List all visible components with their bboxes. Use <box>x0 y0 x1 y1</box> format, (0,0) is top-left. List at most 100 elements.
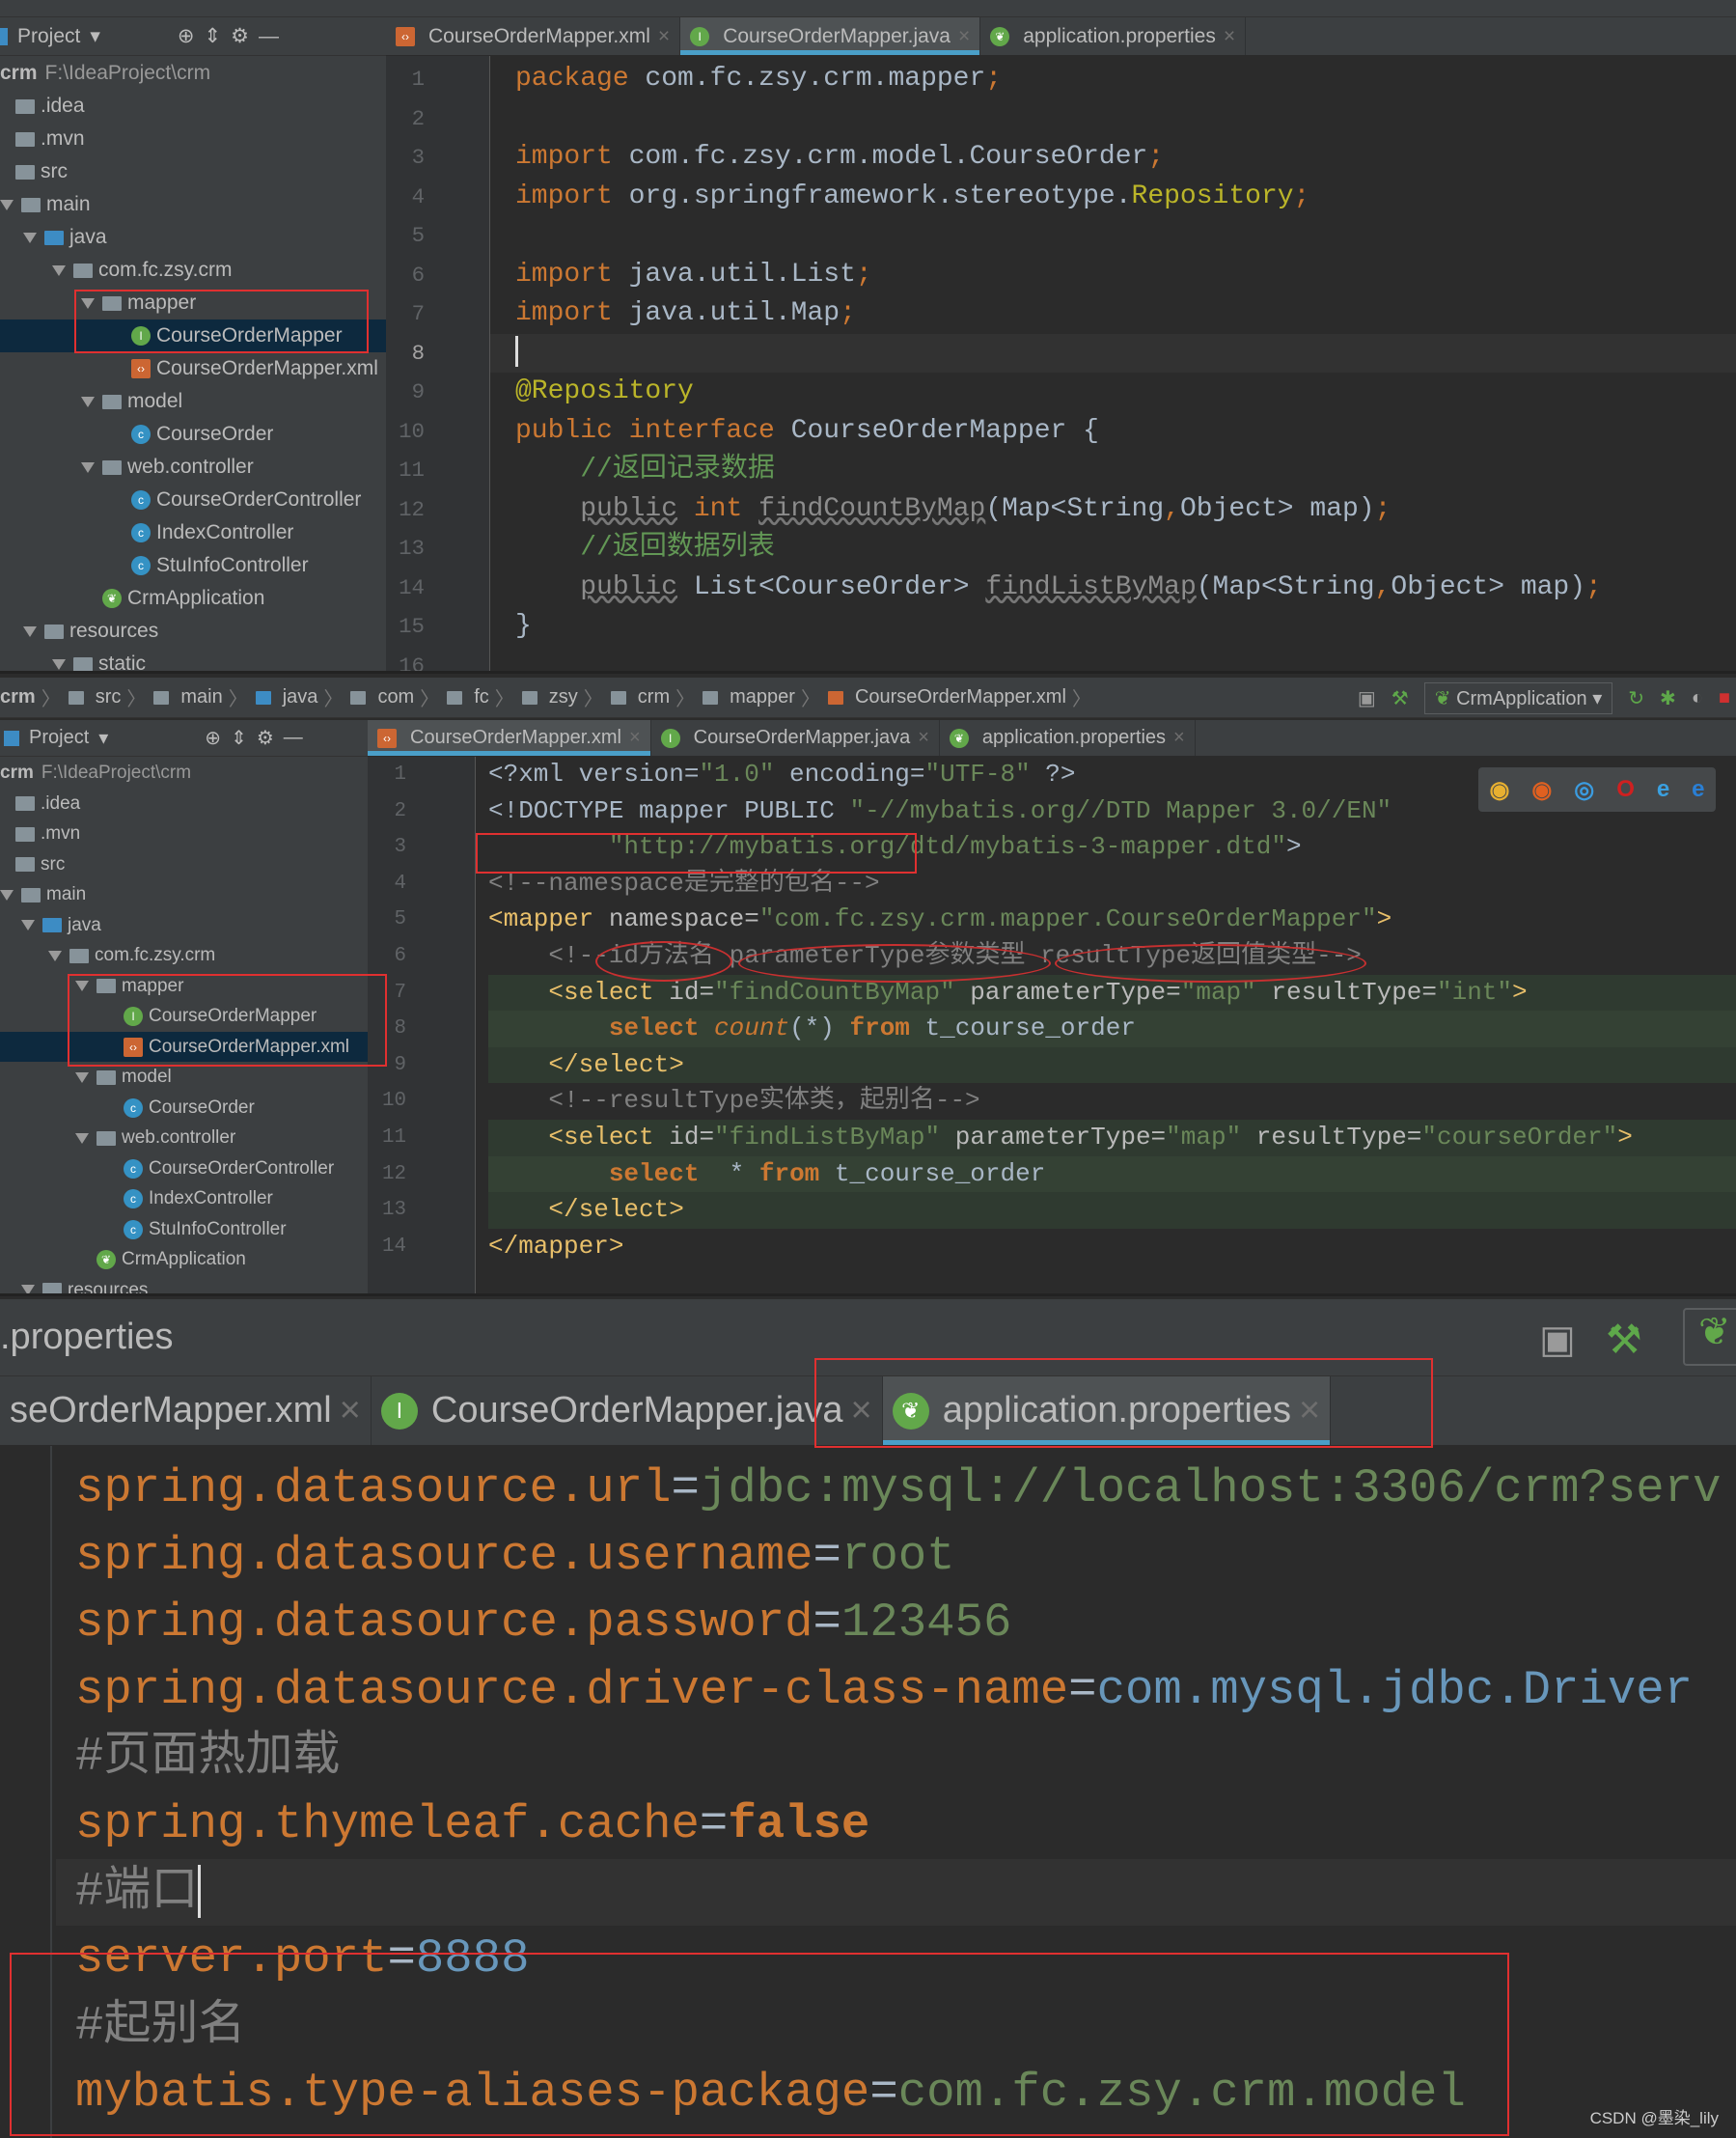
tree-item-crmapplication[interactable]: ❦ CrmApplication <box>0 1244 368 1275</box>
tree-item-courseordercontroller[interactable]: c CourseOrderController <box>0 1153 368 1184</box>
tree-item-crm[interactable]: crm F:\IdeaProject\crm <box>0 758 368 789</box>
chevron-down-icon[interactable] <box>0 199 14 210</box>
code-token: false <box>728 1797 870 1851</box>
tree-item-resources[interactable]: resources <box>0 615 386 648</box>
ie-icon[interactable]: e <box>1657 776 1669 803</box>
tree-item-com-fc-zsy-crm[interactable]: com.fc.zsy.crm <box>0 940 368 971</box>
tree-item-courseorder[interactable]: c CourseOrder <box>0 1093 368 1124</box>
chevron-down-icon[interactable] <box>52 658 66 670</box>
collapse-icon[interactable]: ⇕ <box>205 24 222 48</box>
chevron-down-icon[interactable] <box>75 1071 89 1083</box>
rerun-icon[interactable]: ↻ <box>1628 686 1644 710</box>
tree-item--mvn[interactable]: .mvn <box>0 819 368 849</box>
project-view-dropdown[interactable]: Project <box>17 25 80 48</box>
highlight-box <box>68 974 387 1067</box>
debug-icon[interactable]: ✱ <box>1660 686 1676 710</box>
chevron-down-icon[interactable] <box>21 1285 35 1293</box>
tree-item-main[interactable]: main <box>0 188 386 221</box>
run-window-icon[interactable]: ▣ <box>1539 1318 1576 1362</box>
tab-courseordermapper-xml[interactable]: ‹› CourseOrderMapper.xml × <box>368 720 651 756</box>
locate-icon[interactable]: ⊕ <box>178 24 195 48</box>
tab-courseordermapper-java[interactable]: I CourseOrderMapper.java × <box>680 17 981 55</box>
breadcrumb-item[interactable]: java 〉 <box>255 683 343 711</box>
chevron-down-icon[interactable] <box>52 264 66 276</box>
chevron-down-icon[interactable]: ▾ <box>90 24 100 48</box>
tree-item-main[interactable]: main <box>0 879 368 910</box>
run-config-select[interactable]: ❦ <box>1683 1308 1736 1366</box>
close-icon[interactable]: × <box>658 25 670 48</box>
tree-item-static[interactable]: static <box>0 648 386 671</box>
chevron-down-icon[interactable] <box>75 1132 89 1144</box>
chevron-down-icon[interactable]: ▾ <box>98 726 108 750</box>
tree-item-crmapplication[interactable]: ❦ CrmApplication <box>0 582 386 615</box>
chevron-down-icon[interactable] <box>81 461 95 473</box>
close-icon[interactable]: × <box>918 727 929 749</box>
tree-item-indexcontroller[interactable]: c IndexController <box>0 1183 368 1214</box>
chevron-down-icon[interactable] <box>48 950 62 961</box>
build-hammer-icon[interactable]: ⚒ <box>1392 686 1409 710</box>
breadcrumb-item[interactable]: com 〉 <box>350 683 439 711</box>
stop-icon[interactable]: ■ <box>1719 687 1730 709</box>
code-area[interactable]: 1 package com.fc.zsy.crm.mapper; 2 3 import … <box>386 56 1736 671</box>
tree-item-java[interactable]: java <box>0 910 368 941</box>
breadcrumb-item[interactable]: CourseOrderMapper.xml 〉 <box>827 683 1091 711</box>
minimize-icon[interactable]: — <box>284 727 303 749</box>
tree-item-stuinfocontroller[interactable]: c StuInfoController <box>0 549 386 582</box>
chevron-down-icon[interactable] <box>0 889 14 901</box>
tab-seordermapper-xml[interactable]: seOrderMapper.xml × <box>0 1376 372 1445</box>
tab-application-properties[interactable]: ❦ application.properties × <box>980 17 1247 55</box>
tree-item-courseordermapper-xml[interactable]: ‹› CourseOrderMapper.xml <box>0 352 386 385</box>
tab-courseordermapper-java[interactable]: I CourseOrderMapper.java × <box>372 1376 883 1445</box>
collapse-icon[interactable]: ⇕ <box>231 726 247 750</box>
breadcrumb-item[interactable]: crm 〉 <box>610 683 695 711</box>
close-icon[interactable]: × <box>1173 727 1185 749</box>
tree-item--idea[interactable]: .idea <box>0 90 386 123</box>
project-view-dropdown[interactable]: Project <box>29 727 89 749</box>
firefox-icon[interactable]: ◉ <box>1531 776 1552 804</box>
tree-item-stuinfocontroller[interactable]: c StuInfoController <box>0 1214 368 1245</box>
close-icon[interactable]: × <box>629 727 641 749</box>
gear-icon[interactable]: ⚙ <box>231 24 249 48</box>
breadcrumb-item[interactable]: main 〉 <box>153 683 248 711</box>
tree-item-indexcontroller[interactable]: c IndexController <box>0 516 386 549</box>
close-icon[interactable]: × <box>958 25 970 48</box>
breadcrumb-item[interactable]: fc 〉 <box>447 683 514 711</box>
build-hammer-icon[interactable]: ⚒ <box>1606 1316 1642 1363</box>
tree-item-src[interactable]: src <box>0 849 368 880</box>
opera-icon[interactable]: O <box>1616 776 1635 803</box>
tree-item-web-controller[interactable]: web.controller <box>0 1123 368 1153</box>
tree-item--mvn[interactable]: .mvn <box>0 123 386 155</box>
coverage-icon[interactable]: ◐ <box>1692 687 1703 709</box>
breadcrumb-item[interactable]: mapper 〉 <box>703 683 820 711</box>
tree-item-com-fc-zsy-crm[interactable]: com.fc.zsy.crm <box>0 254 386 287</box>
breadcrumb-item[interactable]: src 〉 <box>68 683 146 711</box>
run-config-select[interactable]: ❦ CrmApplication ▾ <box>1423 681 1613 714</box>
chevron-down-icon[interactable] <box>23 232 37 243</box>
chevron-down-icon[interactable] <box>21 920 35 930</box>
breadcrumb-item[interactable]: crm 〉 <box>0 683 61 711</box>
tree-item-courseorder[interactable]: c CourseOrder <box>0 418 386 451</box>
tree-item-java[interactable]: java <box>0 221 386 254</box>
tree-item-model[interactable]: model <box>0 385 386 418</box>
chrome-icon[interactable]: ◉ <box>1489 776 1509 804</box>
tab-courseordermapper-xml[interactable]: ‹› CourseOrderMapper.xml × <box>386 17 681 55</box>
edge-icon[interactable]: e <box>1692 776 1704 803</box>
close-icon[interactable]: × <box>1224 25 1235 48</box>
tree-item--idea[interactable]: .idea <box>0 789 368 819</box>
minimize-icon[interactable]: — <box>259 25 279 48</box>
tab-courseordermapper-java[interactable]: I CourseOrderMapper.java × <box>651 720 940 756</box>
tree-item-resources[interactable]: resources <box>0 1275 368 1293</box>
tab-application-properties[interactable]: ❦ application.properties × <box>940 720 1196 756</box>
gear-icon[interactable]: ⚙ <box>257 726 274 750</box>
tree-item-crm[interactable]: crm F:\IdeaProject\crm <box>0 57 386 90</box>
locate-icon[interactable]: ⊕ <box>205 726 221 750</box>
run-window-icon[interactable]: ▣ <box>1358 686 1376 710</box>
close-icon[interactable]: × <box>340 1390 361 1431</box>
breadcrumb-item[interactable]: zsy 〉 <box>521 683 603 711</box>
chevron-down-icon[interactable] <box>81 396 95 407</box>
tree-item-web-controller[interactable]: web.controller <box>0 451 386 484</box>
chevron-down-icon[interactable] <box>23 625 37 637</box>
tree-item-src[interactable]: src <box>0 155 386 188</box>
safari-icon[interactable]: ◎ <box>1574 776 1594 804</box>
tree-item-courseordercontroller[interactable]: c CourseOrderController <box>0 484 386 516</box>
